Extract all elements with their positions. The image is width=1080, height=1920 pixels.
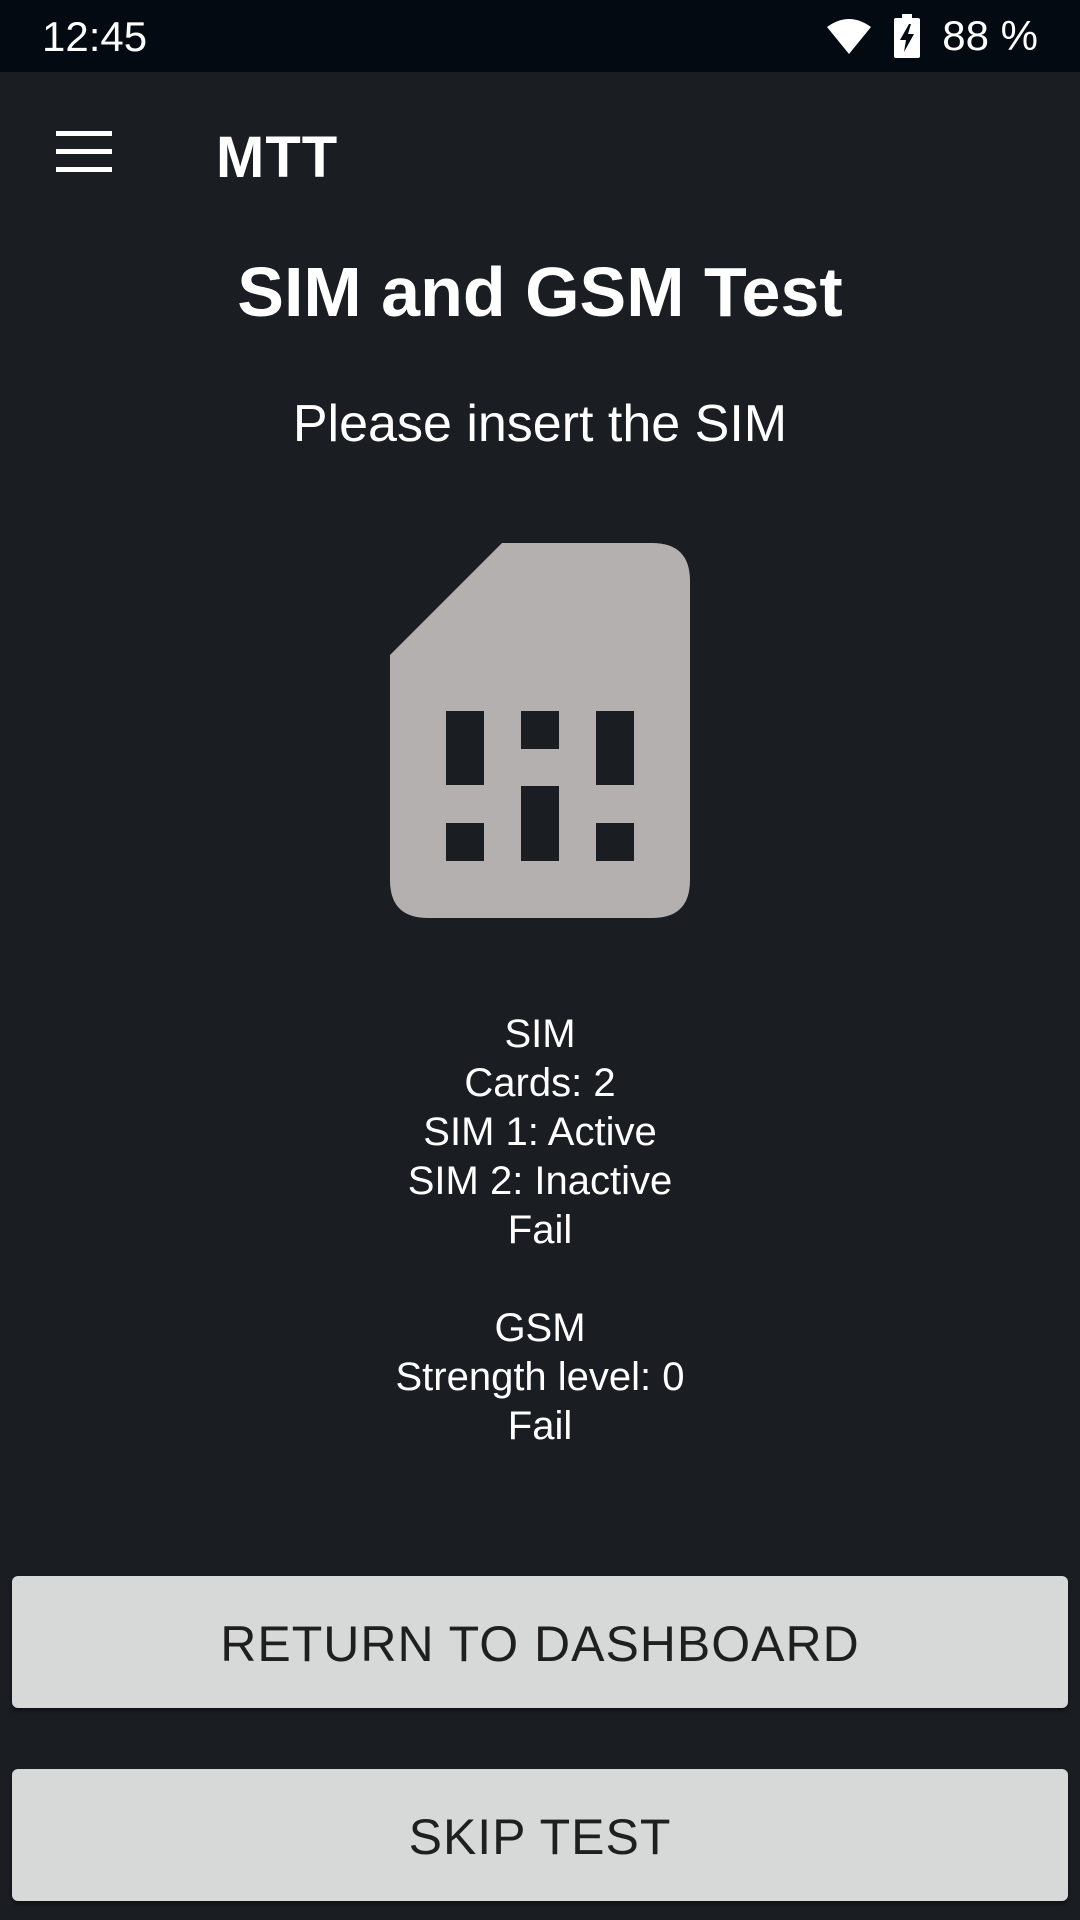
battery-charging-icon: [894, 14, 921, 58]
sim-heading: SIM: [504, 1012, 576, 1056]
test-results: SIM Cards: 2 SIM 1: Active SIM 2: Inacti…: [0, 1010, 1080, 1451]
results-spacer: [0, 1255, 1080, 1304]
gsm-heading: GSM: [494, 1306, 586, 1350]
skip-test-button[interactable]: SKIP TEST: [12, 1769, 1068, 1901]
hamburger-menu-icon: [56, 131, 112, 172]
sim-result: Fail: [507, 1208, 573, 1252]
gsm-strength: Strength level: 0: [395, 1355, 685, 1399]
sim-cards-count: Cards: 2: [464, 1061, 616, 1105]
return-to-dashboard-button[interactable]: RETURN TO DASHBOARD: [12, 1576, 1068, 1708]
status-icons: 88 %: [826, 0, 1038, 72]
app-bar: MTT: [0, 72, 1080, 240]
status-bar: 12:45 88 %: [0, 0, 1080, 72]
menu-button[interactable]: [40, 112, 128, 192]
status-time: 12:45: [42, 13, 148, 60]
app-title: MTT: [216, 125, 339, 190]
sim2-status: SIM 2: Inactive: [407, 1159, 673, 1203]
sim-card-icon: [390, 543, 690, 918]
battery-percent: 88 %: [942, 12, 1038, 59]
page-title: SIM and GSM Test: [237, 253, 843, 331]
sim1-status: SIM 1: Active: [423, 1110, 657, 1154]
wifi-icon: [827, 19, 872, 54]
instruction-text: Please insert the SIM: [292, 395, 788, 453]
gsm-result: Fail: [507, 1404, 573, 1448]
